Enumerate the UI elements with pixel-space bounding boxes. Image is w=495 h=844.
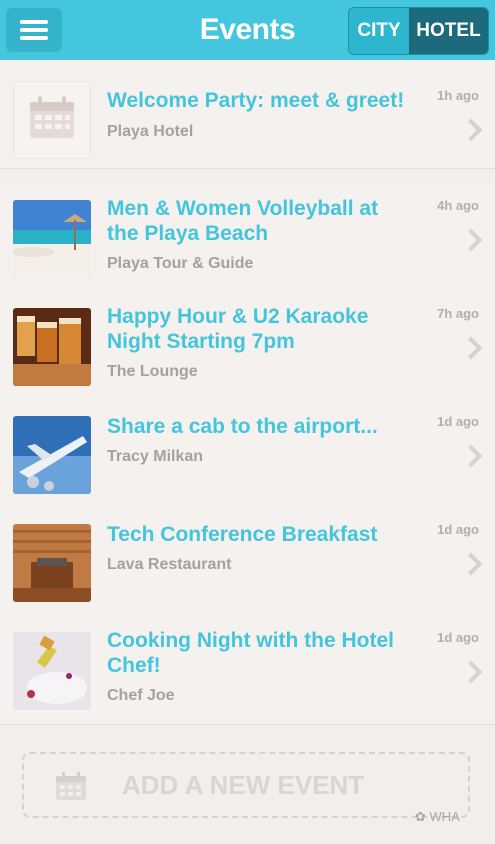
airplane-image	[13, 416, 91, 494]
event-title: Welcome Party: meet & greet!	[107, 89, 405, 112]
app-header: Events CITY HOTEL	[0, 0, 495, 60]
watermark: ✿ WHA	[415, 809, 460, 825]
hamburger-icon-line	[20, 20, 48, 24]
event-time: 1d ago	[437, 522, 479, 537]
event-time: 1d ago	[437, 630, 479, 645]
event-title: Share a cab to the airport...	[107, 415, 378, 438]
event-thumbnail	[13, 200, 91, 278]
event-title: Tech Conference Breakfast	[107, 523, 378, 546]
event-thumbnail	[13, 81, 91, 159]
event-subtitle: Lava Restaurant	[107, 556, 232, 573]
chevron-right-icon	[459, 552, 483, 576]
beer-glasses-image	[13, 308, 91, 386]
chevron-right-icon	[459, 660, 483, 684]
add-new-event-button[interactable]: ADD A NEW EVENT	[22, 752, 470, 818]
add-new-event-label: ADD A NEW EVENT	[122, 770, 365, 800]
event-subtitle: Playa Hotel	[107, 123, 194, 140]
event-row[interactable]: Happy Hour & U2 Karaoke Night Starting 7…	[0, 292, 495, 401]
event-time: 4h ago	[437, 198, 479, 213]
event-subtitle: Chef Joe	[107, 687, 175, 704]
chevron-right-icon	[459, 118, 483, 142]
chat-bubble-icon: ✿	[415, 809, 426, 824]
event-title: Men & Women Volleyball at the Playa Beac…	[107, 197, 379, 245]
hamburger-icon-line	[20, 36, 48, 40]
event-thumbnail	[13, 416, 91, 494]
event-row[interactable]: Cooking Night with the Hotel Chef! Chef …	[0, 616, 495, 725]
chevron-right-icon	[459, 228, 483, 252]
toggle-city[interactable]: CITY	[349, 8, 409, 54]
hamburger-icon-line	[20, 28, 48, 32]
event-title: Happy Hour & U2 Karaoke Night Starting 7…	[107, 305, 369, 353]
event-thumbnail	[13, 308, 91, 386]
menu-button[interactable]	[6, 8, 62, 52]
event-subtitle: The Lounge	[107, 363, 198, 380]
city-hotel-toggle[interactable]: CITY HOTEL	[348, 7, 489, 55]
event-time: 1h ago	[437, 88, 479, 103]
event-row[interactable]: Welcome Party: meet & greet! Playa Hotel…	[0, 60, 495, 169]
sauna-room-image	[13, 524, 91, 602]
toggle-hotel[interactable]: HOTEL	[409, 8, 488, 54]
event-thumbnail	[13, 524, 91, 602]
wine-dinner-image	[13, 632, 91, 710]
event-row[interactable]: Tech Conference Breakfast Lava Restauran…	[0, 508, 495, 617]
calendar-icon	[56, 772, 86, 800]
event-time: 1d ago	[437, 414, 479, 429]
chevron-right-icon	[459, 336, 483, 360]
event-row[interactable]: Share a cab to the airport... Tracy Milk…	[0, 400, 495, 509]
event-row[interactable]: Men & Women Volleyball at the Playa Beac…	[0, 184, 495, 293]
watermark-text: WHA	[429, 809, 460, 824]
event-title: Cooking Night with the Hotel Chef!	[107, 629, 394, 677]
calendar-icon	[30, 96, 74, 138]
beach-image	[13, 200, 91, 278]
event-subtitle: Playa Tour & Guide	[107, 255, 254, 272]
event-subtitle: Tracy Milkan	[107, 448, 204, 465]
event-time: 7h ago	[437, 306, 479, 321]
chevron-right-icon	[459, 444, 483, 468]
event-thumbnail	[13, 632, 91, 710]
